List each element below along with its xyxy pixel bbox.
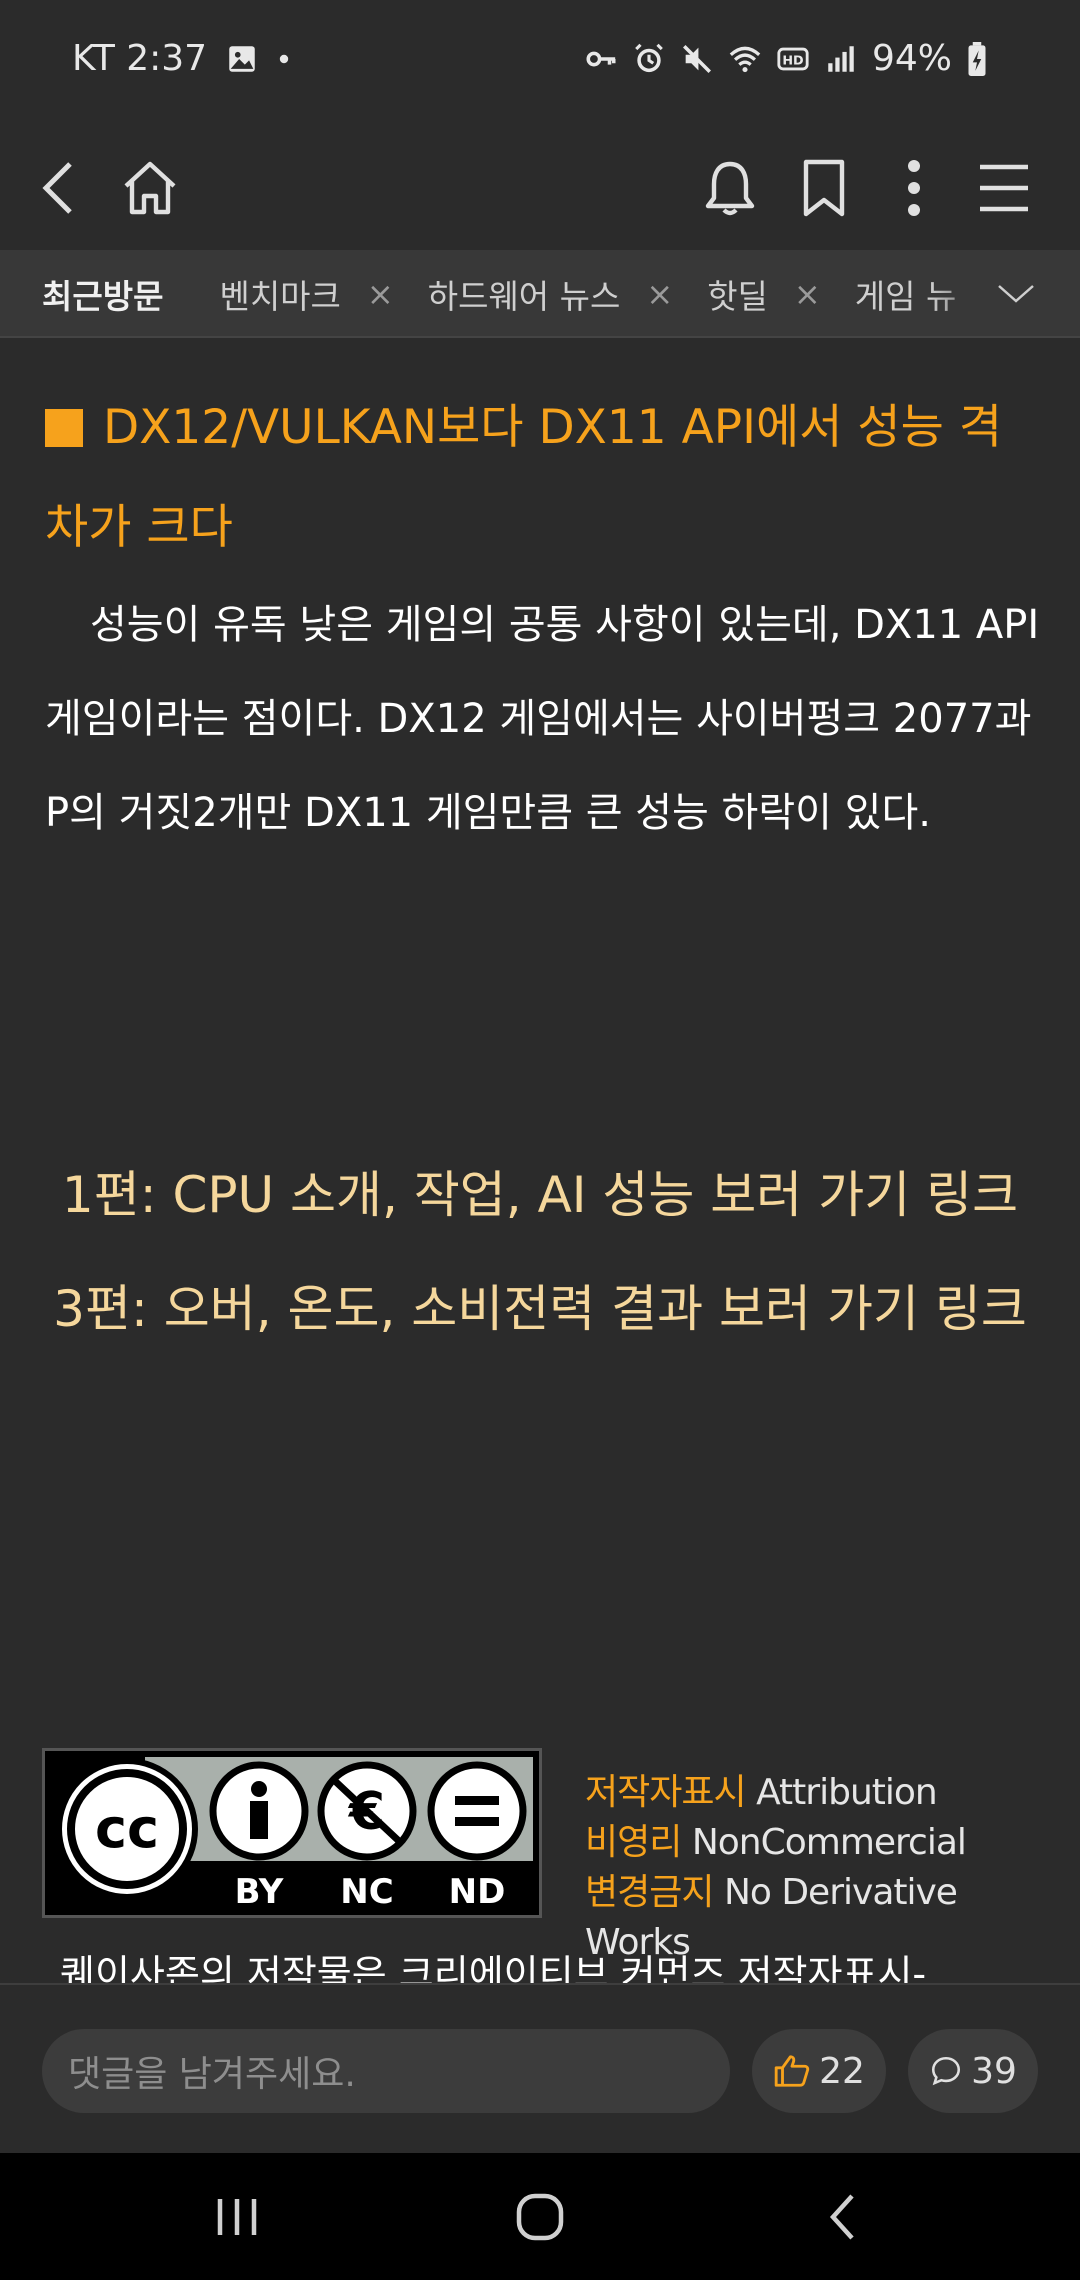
key-icon	[586, 51, 616, 66]
cc-license-text: 저작자표시 Attribution 비영리 NonCommercial 변경금지…	[585, 1768, 1042, 1968]
cc-nc: NC	[340, 1872, 393, 1912]
signal-icon	[828, 45, 854, 72]
back-button[interactable]	[20, 150, 96, 226]
tab-hotdeal[interactable]: 핫딜 ×	[707, 270, 821, 318]
chevron-down-icon	[998, 285, 1034, 303]
status-left: KT 2:37	[72, 38, 291, 79]
license-attribution-ko: 저작자표시	[585, 1772, 747, 1813]
comment-placeholder: 댓글을 남겨주세요.	[68, 2054, 356, 2095]
license-notice: 퀘이사존의 저작물은 크리에이티브 커먼즈 저작자표시-	[60, 1952, 927, 1983]
license-noderivs-ko: 변경금지	[585, 1872, 714, 1913]
home-button[interactable]	[112, 150, 188, 226]
svg-text:HD: HD	[782, 53, 803, 68]
related-links: 1편: CPU 소개, 작업, AI 성능 보러 가기 링크 3편: 오버, 온…	[40, 1138, 1040, 1366]
bullet-square-icon	[45, 409, 83, 447]
more-button[interactable]	[876, 150, 952, 226]
comment-bubble-icon	[932, 2056, 961, 2086]
recent-tabs-bar: 최근방문 벤치마크 × 하드웨어 뉴스 × 핫딜 × 게임 뉴	[0, 250, 1080, 338]
recents-icon	[217, 2199, 257, 2235]
cc-license-badge: cc € BY NC ND	[42, 1748, 542, 1918]
section-heading: DX12/VULKAN보다 DX11 API에서 성능 격차가 크다	[45, 378, 1040, 578]
menu-button[interactable]	[966, 150, 1042, 226]
more-vertical-icon	[908, 160, 920, 216]
mute-icon	[682, 44, 711, 73]
gallery-icon	[229, 45, 255, 72]
like-button[interactable]: 22	[752, 2029, 886, 2113]
cc-nd: ND	[449, 1872, 506, 1912]
tab-benchmark[interactable]: 벤치마크 ×	[219, 270, 393, 318]
comment-bar: 댓글을 남겨주세요. 22 39	[0, 1983, 1080, 2153]
tab-hardware-news[interactable]: 하드웨어 뉴스 ×	[428, 270, 673, 318]
thumbs-up-icon	[774, 2055, 810, 2087]
top-nav	[0, 125, 1080, 250]
close-icon[interactable]: ×	[646, 275, 673, 313]
close-icon[interactable]: ×	[794, 275, 821, 313]
back-icon	[42, 162, 72, 214]
tab-label: 최근방문	[42, 277, 164, 316]
cc-by: BY	[235, 1872, 284, 1912]
article-paragraph: 성능이 유독 낮은 게임의 공통 사항이 있는데, DX11 API 게임이라는…	[45, 602, 1040, 836]
cc-badge-graphic: cc € BY NC ND	[45, 1751, 539, 1915]
like-count: 22	[819, 2050, 865, 2092]
status-right: HD 94%	[584, 38, 988, 79]
hd-icon: HD	[777, 47, 809, 70]
home-circle-icon	[516, 2193, 564, 2241]
license-noncommercial-en: NonCommercial	[691, 1822, 967, 1863]
tab-recent[interactable]: 최근방문	[42, 270, 163, 318]
recents-button[interactable]	[192, 2175, 282, 2259]
system-home-button[interactable]	[495, 2175, 585, 2259]
battery-charging-icon	[968, 41, 986, 76]
tab-label: 하드웨어 뉴스	[427, 277, 621, 316]
battery-percent: 94%	[871, 38, 952, 79]
notifications-button[interactable]	[692, 150, 768, 226]
heading-text: DX12/VULKAN보다 DX11 API에서 성능 격차가 크다	[45, 400, 1003, 555]
comment-count: 39	[971, 2050, 1017, 2092]
system-back-button[interactable]	[797, 2175, 887, 2259]
tabs-expand-button[interactable]	[930, 250, 1080, 336]
home-icon	[124, 161, 176, 215]
article-body: DX12/VULKAN보다 DX11 API에서 성능 격차가 크다 성능이 유…	[0, 338, 1080, 1983]
bell-icon	[705, 161, 755, 216]
menu-icon	[980, 164, 1028, 212]
system-back-icon	[829, 2194, 854, 2240]
tab-label: 벤치마크	[219, 277, 341, 316]
carrier-time: KT 2:37	[72, 38, 208, 79]
cc-mark: cc	[95, 1797, 159, 1860]
bookmark-icon	[803, 159, 845, 217]
tabs-list: 최근방문 벤치마크 × 하드웨어 뉴스 × 핫딜 × 게임 뉴	[42, 250, 990, 336]
wifi-icon	[729, 46, 761, 72]
system-nav-bar	[0, 2153, 1080, 2280]
alarm-icon	[635, 43, 663, 72]
dot-icon	[279, 54, 289, 63]
bookmark-button[interactable]	[786, 150, 862, 226]
part3-link[interactable]: 3편: 오버, 온도, 소비전력 결과 보러 가기 링크	[40, 1252, 1040, 1366]
license-attribution-en: Attribution	[756, 1772, 938, 1813]
comments-button[interactable]: 39	[908, 2029, 1038, 2113]
part1-link[interactable]: 1편: CPU 소개, 작업, AI 성능 보러 가기 링크	[40, 1138, 1040, 1252]
license-noncommercial-ko: 비영리	[585, 1822, 682, 1863]
close-icon[interactable]: ×	[367, 275, 394, 313]
cc-license: cc € BY NC ND 저작자표시 Attribution 비영리 NonC…	[42, 1748, 1042, 1963]
status-bar: KT 2:37 HD 94%	[0, 0, 1080, 125]
comment-input[interactable]: 댓글을 남겨주세요.	[42, 2029, 730, 2113]
tab-label: 핫딜	[707, 277, 768, 316]
